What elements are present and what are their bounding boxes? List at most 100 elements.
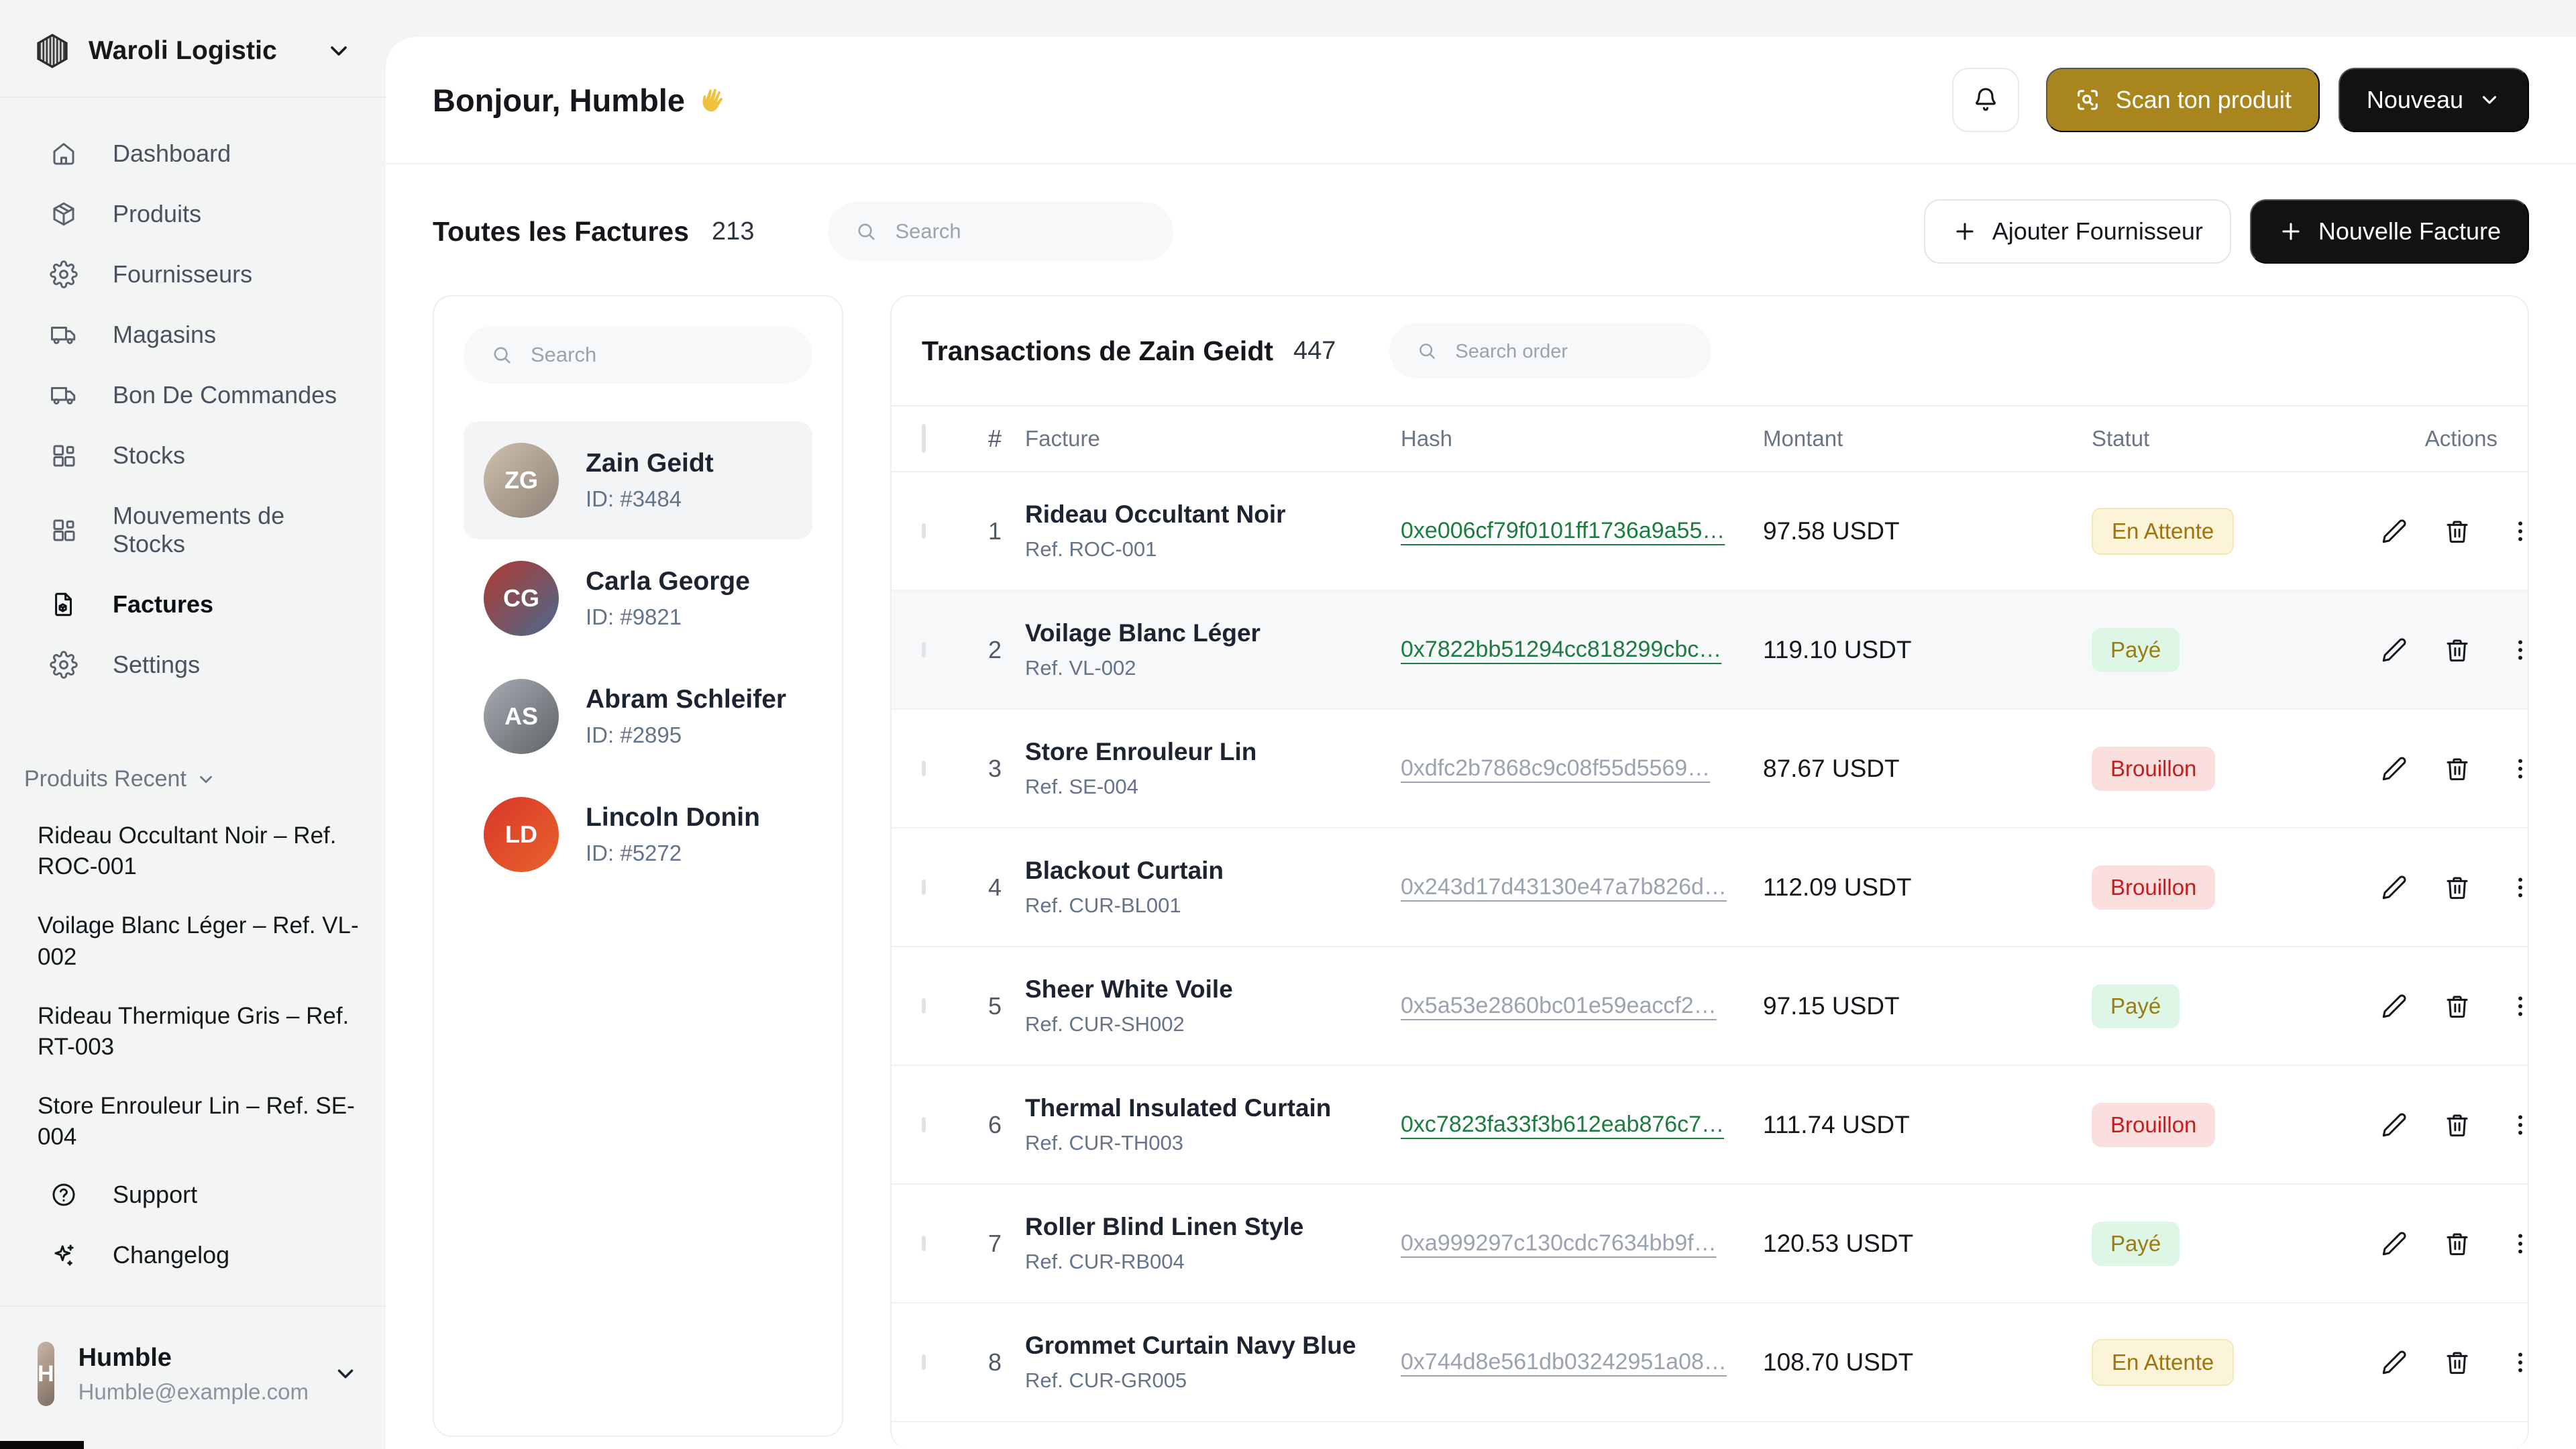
edit-icon[interactable]: [2380, 992, 2408, 1020]
search-input[interactable]: [531, 343, 786, 367]
hash-link[interactable]: 0xa999297c130cdc7634bb9f…: [1401, 1230, 1717, 1256]
column-num: #: [988, 425, 1025, 453]
row-number: 1: [988, 517, 1025, 545]
delete-icon[interactable]: [2443, 517, 2471, 545]
invoice-name: Voilage Blanc Léger: [1025, 619, 1381, 647]
column-hash: Hash: [1401, 426, 1763, 451]
hash-link[interactable]: 0x7822bb51294cc818299cbc…: [1401, 637, 1721, 662]
more-options-icon[interactable]: [2506, 517, 2529, 545]
sidebar-item-bon-de-commandes[interactable]: Bon De Commandes: [0, 365, 386, 425]
sidebar-item-label: Factures: [113, 590, 213, 619]
recent-product-link[interactable]: Store Enrouleur Lin – Ref. SE-004: [38, 1091, 359, 1152]
row-checkbox[interactable]: [922, 1354, 926, 1370]
sidebar-item-dashboard[interactable]: Dashboard: [0, 123, 386, 184]
hash-link[interactable]: 0x5a53e2860bc01e59eaccf2…: [1401, 993, 1717, 1018]
more-options-icon[interactable]: [2506, 1111, 2529, 1139]
bell-icon: [1971, 85, 2000, 115]
recent-product-link[interactable]: Rideau Thermique Gris – Ref. RT-003: [38, 1001, 359, 1063]
edit-icon[interactable]: [2380, 517, 2408, 545]
edit-icon[interactable]: [2380, 755, 2408, 783]
row-checkbox[interactable]: [922, 1117, 926, 1132]
search-order-input[interactable]: [1455, 339, 1684, 363]
user-menu[interactable]: H Humble Humble@example.com: [0, 1307, 386, 1449]
invoice-name: Thermal Insulated Curtain: [1025, 1094, 1381, 1122]
brand[interactable]: Waroli Logistic: [0, 0, 386, 97]
contact-item[interactable]: ZG Zain Geidt ID: #3484: [464, 421, 812, 539]
edit-icon[interactable]: [2380, 1230, 2408, 1258]
add-supplier-button[interactable]: Ajouter Fournisseur: [1924, 199, 2231, 264]
contacts-panel: ZG Zain Geidt ID: #3484 CG Carla George …: [433, 295, 843, 1437]
delete-icon[interactable]: [2443, 873, 2471, 902]
chevron-down-icon: [2478, 89, 2501, 111]
contacts-search[interactable]: [464, 326, 812, 384]
more-options-icon[interactable]: [2506, 755, 2529, 783]
more-options-icon[interactable]: [2506, 873, 2529, 902]
row-checkbox[interactable]: [922, 998, 926, 1014]
more-options-icon[interactable]: [2506, 1348, 2529, 1377]
invoice-cell: Thermal Insulated Curtain Ref. CUR-TH003: [1025, 1094, 1401, 1155]
delete-icon[interactable]: [2443, 1348, 2471, 1377]
row-checkbox[interactable]: [922, 523, 926, 539]
select-all-checkbox[interactable]: [922, 424, 926, 453]
delete-icon[interactable]: [2443, 1230, 2471, 1258]
scan-product-button[interactable]: Scan ton produit: [2046, 68, 2320, 132]
hash-link[interactable]: 0xe006cf79f0101ff1736a9a55…: [1401, 518, 1725, 543]
sidebar-item-stocks[interactable]: Stocks: [0, 425, 386, 486]
table-row: 1 Rideau Occultant Noir Ref. ROC-001 0xe…: [892, 472, 2528, 591]
status-badge: Brouillon: [2092, 747, 2215, 791]
edit-icon[interactable]: [2380, 636, 2408, 664]
recent-product-link[interactable]: Rideau Occultant Noir – Ref. ROC-001: [38, 820, 359, 882]
invoice-name: Sheer White Voile: [1025, 975, 1381, 1004]
row-checkbox[interactable]: [922, 761, 926, 776]
amount: 97.15 USDT: [1763, 992, 2092, 1020]
order-search[interactable]: [1389, 323, 1711, 378]
sidebar-item-settings[interactable]: Settings: [0, 635, 386, 695]
row-number: 2: [988, 636, 1025, 664]
contact-item[interactable]: LD Lincoln Donin ID: #5272: [464, 775, 812, 894]
status-badge: Payé: [2092, 984, 2180, 1028]
sidebar-item-factures[interactable]: Factures: [0, 574, 386, 635]
new-invoice-button[interactable]: Nouvelle Facture: [2250, 199, 2529, 264]
chevron-down-icon: [196, 769, 216, 790]
search-icon: [1416, 340, 1438, 362]
sidebar-item-label: Mouvements de Stocks: [113, 502, 352, 558]
edit-icon[interactable]: [2380, 1111, 2408, 1139]
hash-link[interactable]: 0xc7823fa33f3b612eab876c7…: [1401, 1112, 1724, 1137]
delete-icon[interactable]: [2443, 992, 2471, 1020]
notifications-button[interactable]: [1952, 68, 2019, 132]
edit-icon[interactable]: [2380, 1348, 2408, 1377]
search-input[interactable]: [895, 219, 1146, 244]
transactions-header: Transactions de Zain Geidt 447: [892, 297, 2528, 405]
sidebar-item-fournisseurs[interactable]: Fournisseurs: [0, 244, 386, 305]
row-number: 5: [988, 992, 1025, 1020]
more-options-icon[interactable]: [2506, 1230, 2529, 1258]
hash-link[interactable]: 0x243d17d43130e47a7b826d…: [1401, 874, 1727, 900]
sidebar-item-support[interactable]: Support: [0, 1165, 386, 1225]
column-actions: Actions: [2380, 426, 2498, 451]
hash-link[interactable]: 0xdfc2b7868c9c08f55d5569…: [1401, 755, 1710, 781]
sidebar-item-magasins[interactable]: Magasins: [0, 305, 386, 365]
sidebar-item-label: Support: [113, 1181, 197, 1209]
delete-icon[interactable]: [2443, 636, 2471, 664]
delete-icon[interactable]: [2443, 755, 2471, 783]
sidebar-item-produits[interactable]: Produits: [0, 184, 386, 244]
nouveau-button[interactable]: Nouveau: [2339, 68, 2529, 132]
contact-item[interactable]: AS Abram Schleifer ID: #2895: [464, 657, 812, 775]
chevron-down-icon[interactable]: [325, 38, 352, 64]
hash-link[interactable]: 0x744d8e561db03242951a08…: [1401, 1349, 1727, 1375]
invoices-search[interactable]: [828, 202, 1173, 261]
row-checkbox[interactable]: [922, 642, 926, 657]
more-options-icon[interactable]: [2506, 992, 2529, 1020]
more-options-icon[interactable]: [2506, 636, 2529, 664]
contact-item[interactable]: CG Carla George ID: #9821: [464, 539, 812, 657]
row-checkbox[interactable]: [922, 879, 926, 895]
recent-products-header[interactable]: Produits Recent: [24, 766, 386, 792]
edit-icon[interactable]: [2380, 873, 2408, 902]
sidebar-item-changelog[interactable]: Changelog: [0, 1225, 386, 1285]
sidebar-item-mouvements-de-stocks[interactable]: Mouvements de Stocks: [0, 486, 386, 574]
row-checkbox[interactable]: [922, 1236, 926, 1251]
amount: 111.74 USDT: [1763, 1111, 2092, 1139]
delete-icon[interactable]: [2443, 1111, 2471, 1139]
recent-product-link[interactable]: Voilage Blanc Léger – Ref. VL-002: [38, 910, 359, 972]
chevron-down-icon: [333, 1361, 358, 1387]
